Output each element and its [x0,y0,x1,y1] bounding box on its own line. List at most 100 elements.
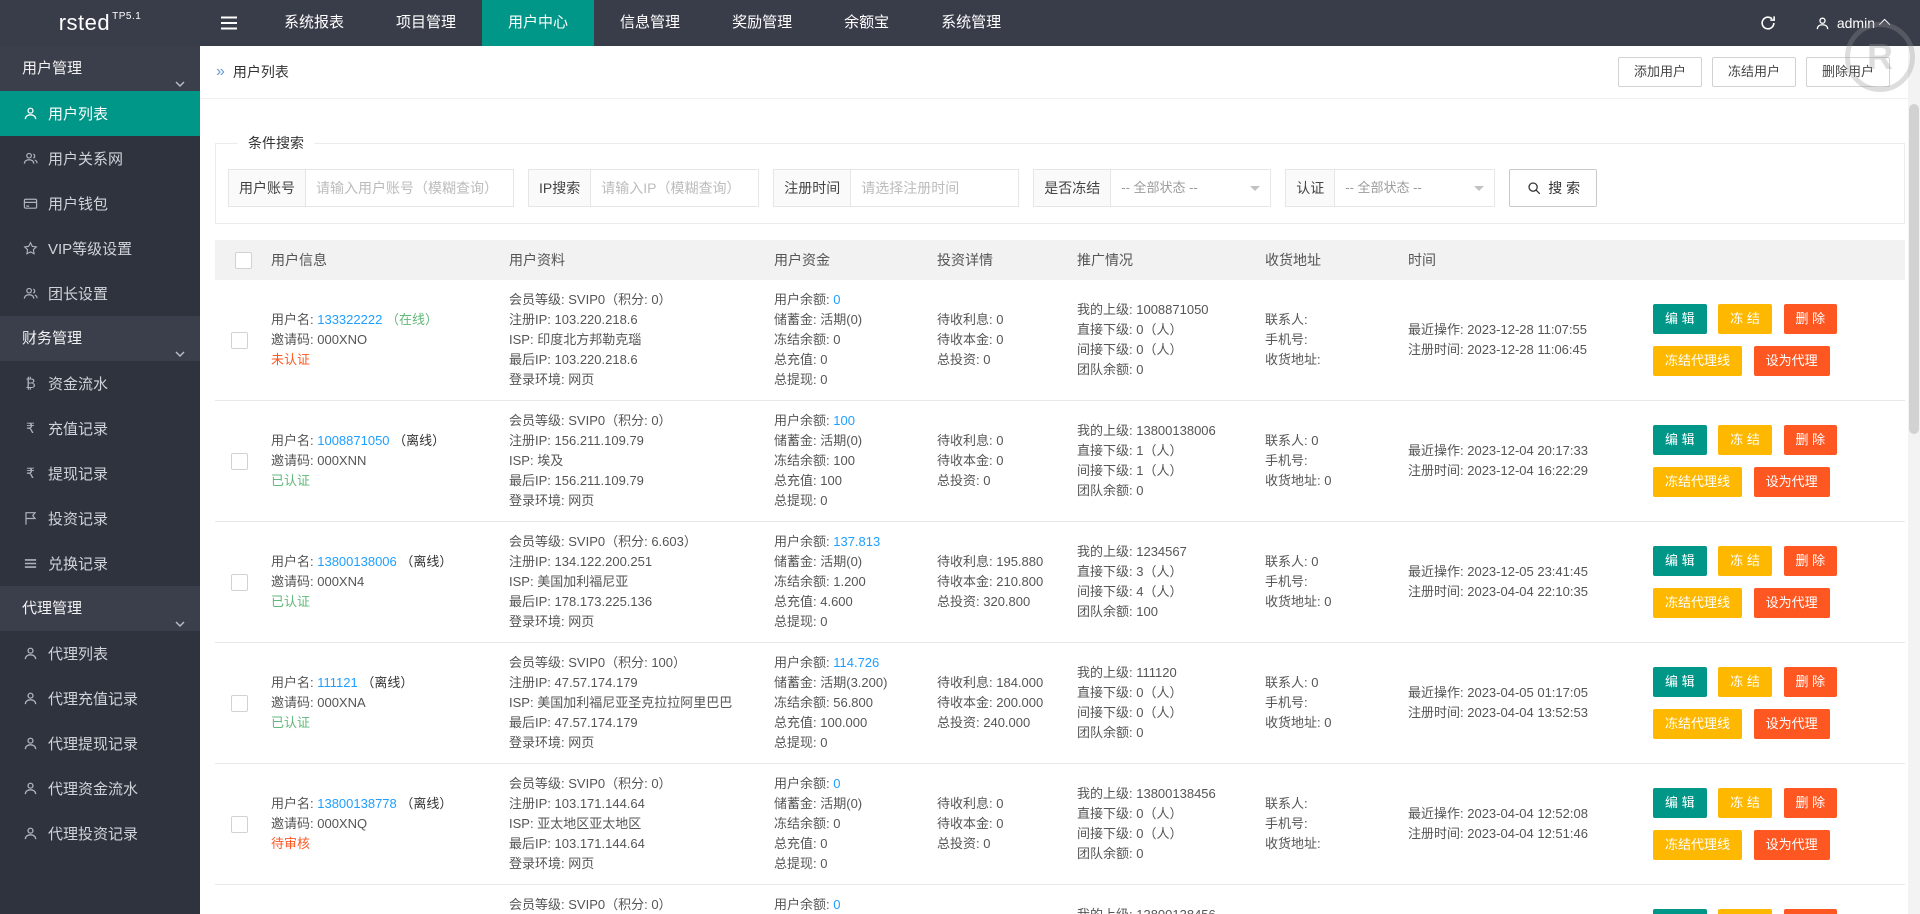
edit-button[interactable]: 编 辑 [1653,667,1707,697]
sidebar-item[interactable]: 团长设置 [0,271,200,316]
delete-button[interactable]: 删 除 [1783,546,1838,576]
cell-user-profile: 会员等级: SVIP0（积分: 0） 注册IP: 156.211.109.79 … [501,411,766,511]
edit-button[interactable]: 编 辑 [1653,909,1707,914]
sidebar-item[interactable]: 用户关系网 [0,136,200,181]
set-agent-button[interactable]: 设为代理 [1753,467,1830,497]
edit-button[interactable]: 编 辑 [1653,425,1707,455]
field-label: 邀请码: [271,695,318,710]
row-checkbox[interactable] [230,573,248,591]
sidebar-item[interactable]: VIP等级设置 [0,226,200,271]
edit-button[interactable]: 编 辑 [1653,304,1707,334]
delete-button[interactable]: 删 除 [1783,425,1838,455]
set-agent-button[interactable]: 设为代理 [1753,830,1830,860]
freeze-button[interactable]: 冻 结 [1718,788,1772,818]
select-all-checkbox[interactable] [234,251,252,269]
sidebar-item[interactable]: 代理资金流水 [0,766,200,811]
set-agent-button[interactable]: 设为代理 [1753,709,1830,739]
freeze-agent-line-button[interactable]: 冻结代理线 [1653,830,1743,860]
freeze-button[interactable]: 冻 结 [1718,425,1772,455]
cell-time: 最近操作: 2023-04-04 12:52:08 注册时间: 2023-04-… [1400,804,1645,844]
page-action-button[interactable]: 冻结用户 [1711,57,1796,87]
cell-user-funds: 用户余额: 100 储蓄金: 活期(0) 冻结余额: 100 总充值: 100 … [766,411,929,511]
sidebar-item[interactable]: 代理充值记录 [0,676,200,721]
row-checkbox[interactable] [230,452,248,470]
freeze-button[interactable]: 冻 结 [1718,667,1772,697]
set-agent-button[interactable]: 设为代理 [1753,588,1830,618]
field-label: 用户名: [271,796,318,811]
refresh-icon[interactable] [1739,0,1797,46]
sidebar-item[interactable]: 代理投资记录 [0,811,200,856]
field-label: 总提现: [774,735,821,750]
field-label: 总提现: [774,856,821,871]
search-select-cert[interactable]: -- 全部状态 -- [1335,169,1496,207]
cell-user-funds: 用户余额: 137.813 储蓄金: 活期(0) 冻结余额: 1.200 总充值… [766,532,929,632]
delete-button[interactable]: 删 除 [1783,788,1838,818]
username-link[interactable]: 1008871050 [317,433,389,448]
row-checkbox[interactable] [230,815,248,833]
sidebar-item[interactable]: 代理提现记录 [0,721,200,766]
field-label: 会员等级: [509,655,569,670]
total-invest: 0 [983,473,991,488]
page-action-button[interactable]: 添加用户 [1617,57,1702,87]
sidebar-group: 代理管理 代理列表 代理充值记录 代理提现记录 代理资金流水 代理投资记录 [0,586,200,856]
set-agent-button[interactable]: 设为代理 [1753,346,1830,376]
search-button[interactable]: 搜 索 [1509,169,1598,207]
user-menu[interactable]: admin [1797,0,1920,46]
sidebar-item[interactable]: 兑换记录 [0,541,200,586]
freeze-agent-line-button[interactable]: 冻结代理线 [1653,588,1743,618]
edit-button[interactable]: 编 辑 [1653,788,1707,818]
sidebar-group-header[interactable]: 用户管理 [0,46,200,91]
sidebar-group-header[interactable]: 代理管理 [0,586,200,631]
field-label: 是否冻结 [1033,169,1112,207]
delete-button[interactable]: 删 除 [1783,667,1838,697]
scrollbar-thumb[interactable] [1909,104,1919,434]
sidebar-item[interactable]: 代理列表 [0,631,200,676]
field-label: 储蓄金: [774,554,821,569]
freeze-button[interactable]: 冻 结 [1718,909,1772,914]
freeze-agent-line-button[interactable]: 冻结代理线 [1653,346,1743,376]
topnav-item[interactable]: 用户中心 [482,0,595,46]
row-checkbox[interactable] [230,694,248,712]
topnav-item[interactable]: 余额宝 [818,0,915,46]
edit-button[interactable]: 编 辑 [1653,546,1707,576]
search-input-ip[interactable] [591,169,760,207]
search-field: IP搜索 [528,169,760,207]
page-action-button[interactable]: 删除用户 [1805,57,1890,87]
topnav-item[interactable]: 系统管理 [915,0,1027,46]
sidebar-item[interactable]: 用户钱包 [0,181,200,226]
topnav-item[interactable]: 系统报表 [258,0,370,46]
topnav-item[interactable]: 项目管理 [370,0,482,46]
balance-value: 114.726 [833,655,880,670]
field-label: ISP: [509,695,538,710]
topnav-item[interactable]: 奖励管理 [706,0,818,46]
field-label: 最后IP: [509,836,555,851]
freeze-button[interactable]: 冻 结 [1718,304,1772,334]
delete-button[interactable]: 删 除 [1783,909,1838,914]
freeze-agent-line-button[interactable]: 冻结代理线 [1653,709,1743,739]
delete-button[interactable]: 删 除 [1783,304,1838,334]
username-link[interactable]: 133322222 [317,312,382,327]
username-link[interactable]: 13800138006 [317,554,397,569]
topnav-item[interactable]: 信息管理 [594,0,706,46]
freeze-agent-line-button[interactable]: 冻结代理线 [1653,467,1743,497]
search-input-regtime[interactable] [851,169,1020,207]
row-checkbox[interactable] [230,331,248,349]
username-link[interactable]: 111121 [317,675,358,690]
search-select-frozen[interactable]: -- 全部状态 -- [1111,169,1272,207]
search-legend: 条件搜索 [248,135,304,151]
sidebar-item[interactable]: ₹ 提现记录 [0,451,200,496]
username-link[interactable]: 13800138778 [317,796,397,811]
search-input-account[interactable] [306,169,514,207]
sidebar-item[interactable]: ₿ 资金流水 [0,361,200,406]
freeze-button[interactable]: 冻 结 [1718,546,1772,576]
field-label: 收货地址: [1265,594,1325,609]
cell-user-funds: 用户余额: 0 储蓄金: 活期(0) 冻结余额: 总充值: 总提现: [766,895,929,914]
sidebar-item[interactable]: 用户列表 [0,91,200,136]
column-header: 时间 [1408,252,1436,268]
field-label: 手机号: [1265,453,1308,468]
sidebar-item[interactable]: 投资记录 [0,496,200,541]
sidebar-group-header[interactable]: 财务管理 [0,316,200,361]
table-body: 用户名: 133322222 （在线） 邀请码: 000XNO 未认证 会员等级… [215,280,1905,914]
sidebar-item[interactable]: ₹ 充值记录 [0,406,200,451]
hamburger-icon[interactable] [200,0,258,46]
